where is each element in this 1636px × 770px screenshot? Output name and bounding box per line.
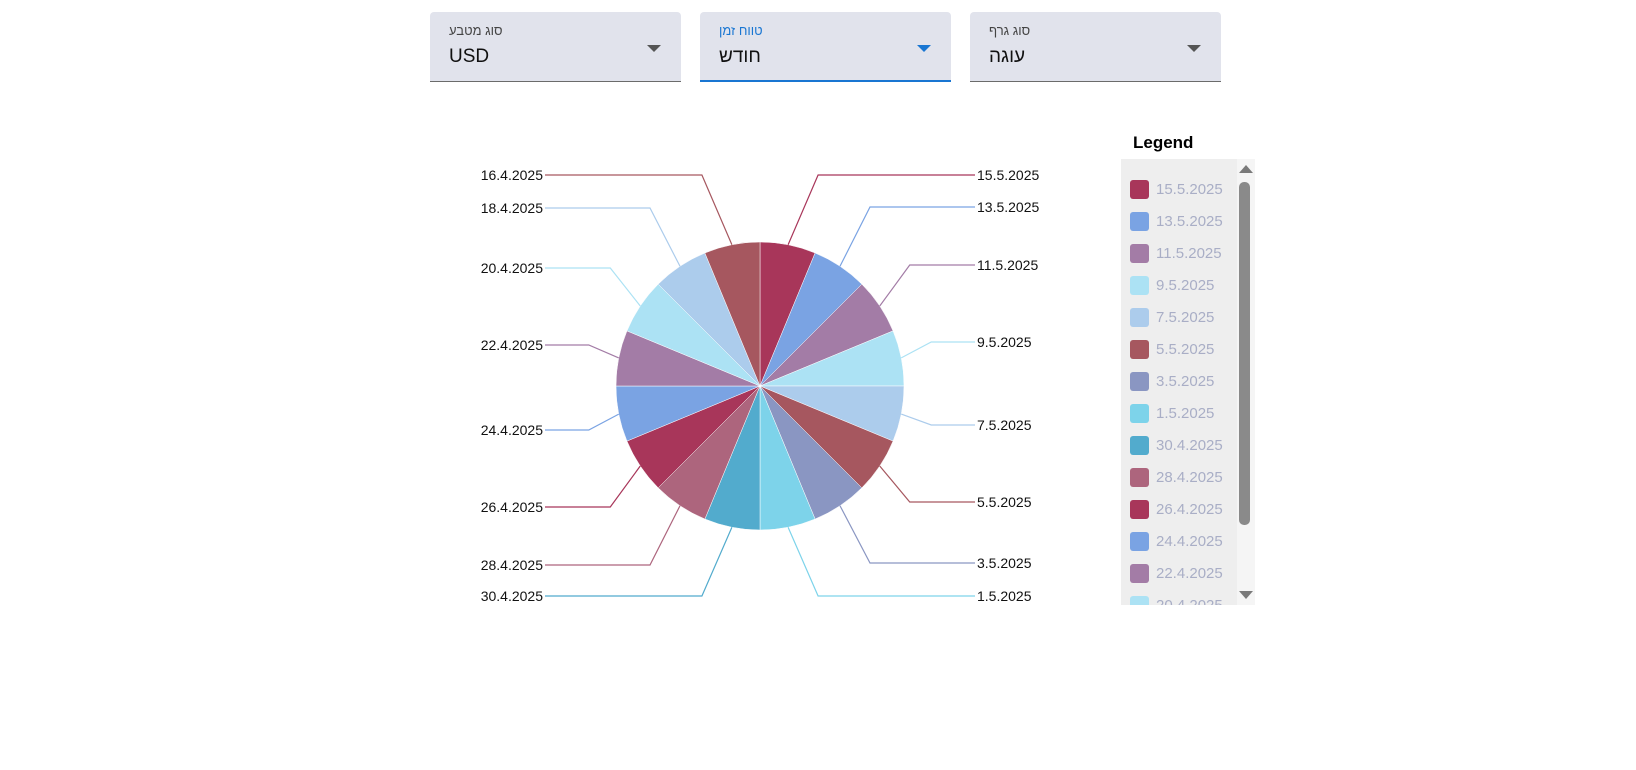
legend-item[interactable]: 1.5.2025 xyxy=(1130,402,1240,424)
leader-line xyxy=(879,264,975,307)
slice-label: 24.4.2025 xyxy=(481,422,543,438)
slice-label: 18.4.2025 xyxy=(481,200,543,216)
legend-list: 15.5.2025 13.5.2025 11.5.2025 9.5.2025 7.5.2… xyxy=(1121,159,1237,605)
legend-item[interactable]: 5.5.2025 xyxy=(1130,338,1240,360)
legend-item[interactable]: 30.4.2025 xyxy=(1130,434,1240,456)
legend-item[interactable]: 20.4.2025 xyxy=(1130,594,1240,605)
slice-label: 30.4.2025 xyxy=(481,588,543,604)
scroll-thumb[interactable] xyxy=(1239,182,1250,525)
leader-line xyxy=(545,174,733,246)
legend-label: 9.5.2025 xyxy=(1156,276,1215,294)
legend-item[interactable]: 26.4.2025 xyxy=(1130,498,1240,520)
legend-item[interactable]: 22.4.2025 xyxy=(1130,562,1240,584)
slice-label: 22.4.2025 xyxy=(481,337,543,353)
legend-item[interactable]: 28.4.2025 xyxy=(1130,466,1240,488)
leader-line xyxy=(545,526,733,597)
slice-label: 5.5.2025 xyxy=(977,494,1032,510)
legend-swatch xyxy=(1130,467,1149,487)
leader-line xyxy=(839,206,975,267)
legend-swatch xyxy=(1130,243,1149,263)
leader-line xyxy=(545,465,641,508)
leader-line xyxy=(545,344,620,359)
legend-label: 20.4.2025 xyxy=(1156,596,1223,606)
leader-line xyxy=(879,465,975,503)
leader-line xyxy=(900,341,975,359)
legend-item[interactable]: 7.5.2025 xyxy=(1130,306,1240,328)
leader-line xyxy=(545,413,620,431)
legend-swatch xyxy=(1130,595,1149,605)
leader-line xyxy=(839,505,975,564)
slice-label: 11.5.2025 xyxy=(977,257,1038,273)
legend-label: 11.5.2025 xyxy=(1156,244,1222,262)
legend-scrollbar[interactable] xyxy=(1235,159,1255,605)
slice-label: 1.5.2025 xyxy=(977,588,1032,604)
legend-label: 26.4.2025 xyxy=(1156,500,1223,518)
legend-title: Legend xyxy=(1133,133,1194,152)
legend-item[interactable]: 15.5.2025 xyxy=(1130,178,1240,200)
scroll-down-icon[interactable] xyxy=(1239,591,1253,599)
legend-label: 13.5.2025 xyxy=(1156,212,1223,230)
slice-label: 28.4.2025 xyxy=(481,557,543,573)
legend-swatch xyxy=(1130,307,1149,327)
legend-label: 30.4.2025 xyxy=(1156,436,1223,454)
legend-label: 24.4.2025 xyxy=(1156,532,1223,550)
leader-line xyxy=(545,207,681,267)
legend-swatch xyxy=(1130,499,1149,519)
slice-label: 20.4.2025 xyxy=(481,260,543,276)
legend-swatch xyxy=(1130,179,1149,199)
legend-item[interactable]: 24.4.2025 xyxy=(1130,530,1240,552)
legend-swatch xyxy=(1130,435,1149,455)
slice-label: 16.4.2025 xyxy=(481,167,543,183)
legend-label: 15.5.2025 xyxy=(1156,180,1223,198)
leader-line xyxy=(787,526,975,597)
chevron-down-icon xyxy=(1187,45,1201,52)
slice-label: 7.5.2025 xyxy=(977,417,1032,433)
legend-label: 28.4.2025 xyxy=(1156,468,1223,486)
slice-label: 9.5.2025 xyxy=(977,334,1032,350)
legend-swatch xyxy=(1130,275,1149,295)
legend-swatch xyxy=(1130,339,1149,359)
leader-line xyxy=(545,505,681,566)
leader-line xyxy=(545,267,641,307)
legend-label: 3.5.2025 xyxy=(1156,372,1215,390)
legend-label: 1.5.2025 xyxy=(1156,404,1215,422)
legend-item[interactable]: 3.5.2025 xyxy=(1130,370,1240,392)
legend-swatch xyxy=(1130,531,1149,551)
legend-swatch xyxy=(1130,403,1149,423)
legend-swatch xyxy=(1130,563,1149,583)
pie-chart: 15.5.2025 13.5.2025 11.5.2025 9.5.2025 7.5.2… xyxy=(481,167,1040,604)
slice-label: 26.4.2025 xyxy=(481,499,543,515)
legend-swatch xyxy=(1130,371,1149,391)
legend-item[interactable]: 11.5.2025 xyxy=(1130,242,1240,264)
slice-label: 15.5.2025 xyxy=(977,167,1039,183)
slice-label: 13.5.2025 xyxy=(977,199,1039,215)
leader-line xyxy=(787,174,975,246)
legend-item[interactable]: 13.5.2025 xyxy=(1130,210,1240,232)
legend-item[interactable]: 9.5.2025 xyxy=(1130,274,1240,296)
legend-label: 7.5.2025 xyxy=(1156,308,1215,326)
scroll-up-icon[interactable] xyxy=(1239,165,1253,173)
legend-swatch xyxy=(1130,211,1149,231)
legend-label: 22.4.2025 xyxy=(1156,564,1223,582)
slice-label: 3.5.2025 xyxy=(977,555,1032,571)
legend-label: 5.5.2025 xyxy=(1156,340,1215,358)
leader-line xyxy=(901,413,975,426)
